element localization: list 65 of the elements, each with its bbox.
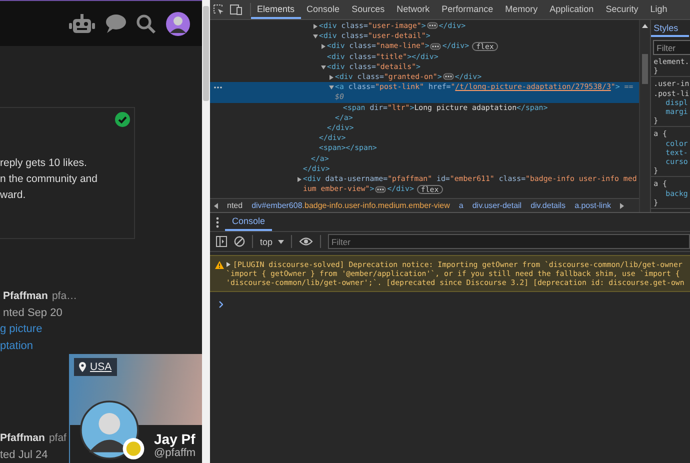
sidebar-icon[interactable] [216, 236, 227, 247]
avatar-icon[interactable] [166, 12, 190, 36]
post-link[interactable]: g picture ptation [0, 321, 42, 355]
breadcrumb-item[interactable]: a.post-link [574, 201, 612, 210]
devtools-tab[interactable]: Elements [251, 0, 301, 19]
devtools-tab[interactable]: Sources [346, 0, 391, 19]
author-name[interactable]: Pfaffman [3, 290, 48, 302]
scroll-right-icon[interactable] [620, 202, 624, 209]
breadcrumb-item[interactable]: div.details [530, 201, 566, 210]
breadcrumb-item[interactable]: div.user-detail [472, 201, 522, 210]
styles-filter-field[interactable]: Filter [652, 40, 690, 55]
expanded-triangle-icon[interactable] [321, 64, 326, 70]
inspect-element-icon[interactable] [213, 4, 224, 15]
eye-icon[interactable] [298, 237, 313, 246]
warning-icon [215, 260, 224, 268]
user-full-name[interactable]: Jay Pf [154, 431, 196, 447]
console-tab[interactable]: Console [225, 213, 272, 231]
devtools-tab[interactable]: Memory [499, 0, 544, 19]
styles-tab[interactable]: Styles [650, 20, 689, 37]
collapsed-content-icon[interactable] [426, 22, 438, 30]
devtools-tab[interactable]: Application [544, 0, 600, 19]
device-toolbar-icon[interactable] [230, 4, 242, 15]
console-filter-field[interactable]: Filter [328, 234, 690, 249]
map-pin-icon [79, 362, 86, 372]
devtools-tab[interactable]: Console [300, 0, 346, 19]
expanded-triangle-icon[interactable] [313, 34, 318, 40]
collapsed-content-icon[interactable] [375, 186, 386, 193]
location-text[interactable]: USA [90, 361, 112, 373]
devtools-tab[interactable]: Performance [436, 0, 500, 19]
collapsed-triangle-icon[interactable] [313, 24, 318, 29]
devtools-tab[interactable]: Ligh [644, 0, 674, 19]
collapsed-triangle-icon[interactable] [321, 44, 326, 50]
author-username: pfa… [52, 290, 78, 302]
page-scrollbar[interactable] [202, 0, 210, 463]
more-options-icon[interactable] [216, 216, 219, 228]
author-name[interactable]: Pfaffman [0, 432, 45, 444]
collapsed-triangle-icon[interactable] [329, 75, 334, 80]
scrollbar-thumb[interactable] [642, 54, 648, 84]
collapsed-content-icon[interactable] [442, 73, 454, 80]
user-handle: @pfaffm [154, 447, 196, 459]
search-icon[interactable] [136, 14, 156, 34]
devtools-tab[interactable]: Security [600, 0, 644, 19]
scroll-up-icon[interactable] [642, 23, 648, 28]
scroll-left-icon[interactable] [214, 202, 218, 209]
caret-icon [278, 240, 284, 244]
clear-console-icon[interactable] [234, 236, 245, 247]
collapsed-triangle-icon[interactable] [297, 177, 302, 182]
post-date: ted Jul 24 [0, 449, 48, 461]
author-username: pfaf [48, 432, 66, 444]
chat-bubble-icon[interactable] [105, 14, 126, 33]
chevron-prompt-icon[interactable] [219, 301, 223, 308]
collapsed-triangle-icon[interactable] [226, 262, 231, 267]
elements-scrollbar[interactable] [638, 20, 650, 212]
expanded-triangle-icon[interactable] [329, 85, 334, 90]
breadcrumb-item[interactable]: div#ember608.badge-info.user-info.medium.ember-view [252, 201, 450, 210]
devtools-tab[interactable]: Network [390, 0, 436, 19]
context-dropdown[interactable]: top [260, 236, 284, 246]
notice-text: reply gets 10 likes. n the community and ward. [0, 156, 98, 203]
check-circle-icon [115, 112, 130, 127]
post-date: nted Sep 20 [3, 307, 62, 319]
collapsed-content-icon[interactable] [430, 42, 442, 50]
breadcrumb-item[interactable]: nted [227, 201, 243, 210]
robot-icon[interactable] [69, 14, 95, 34]
breadcrumb-item[interactable]: a [458, 201, 464, 210]
more-dots-icon[interactable] [214, 86, 222, 90]
